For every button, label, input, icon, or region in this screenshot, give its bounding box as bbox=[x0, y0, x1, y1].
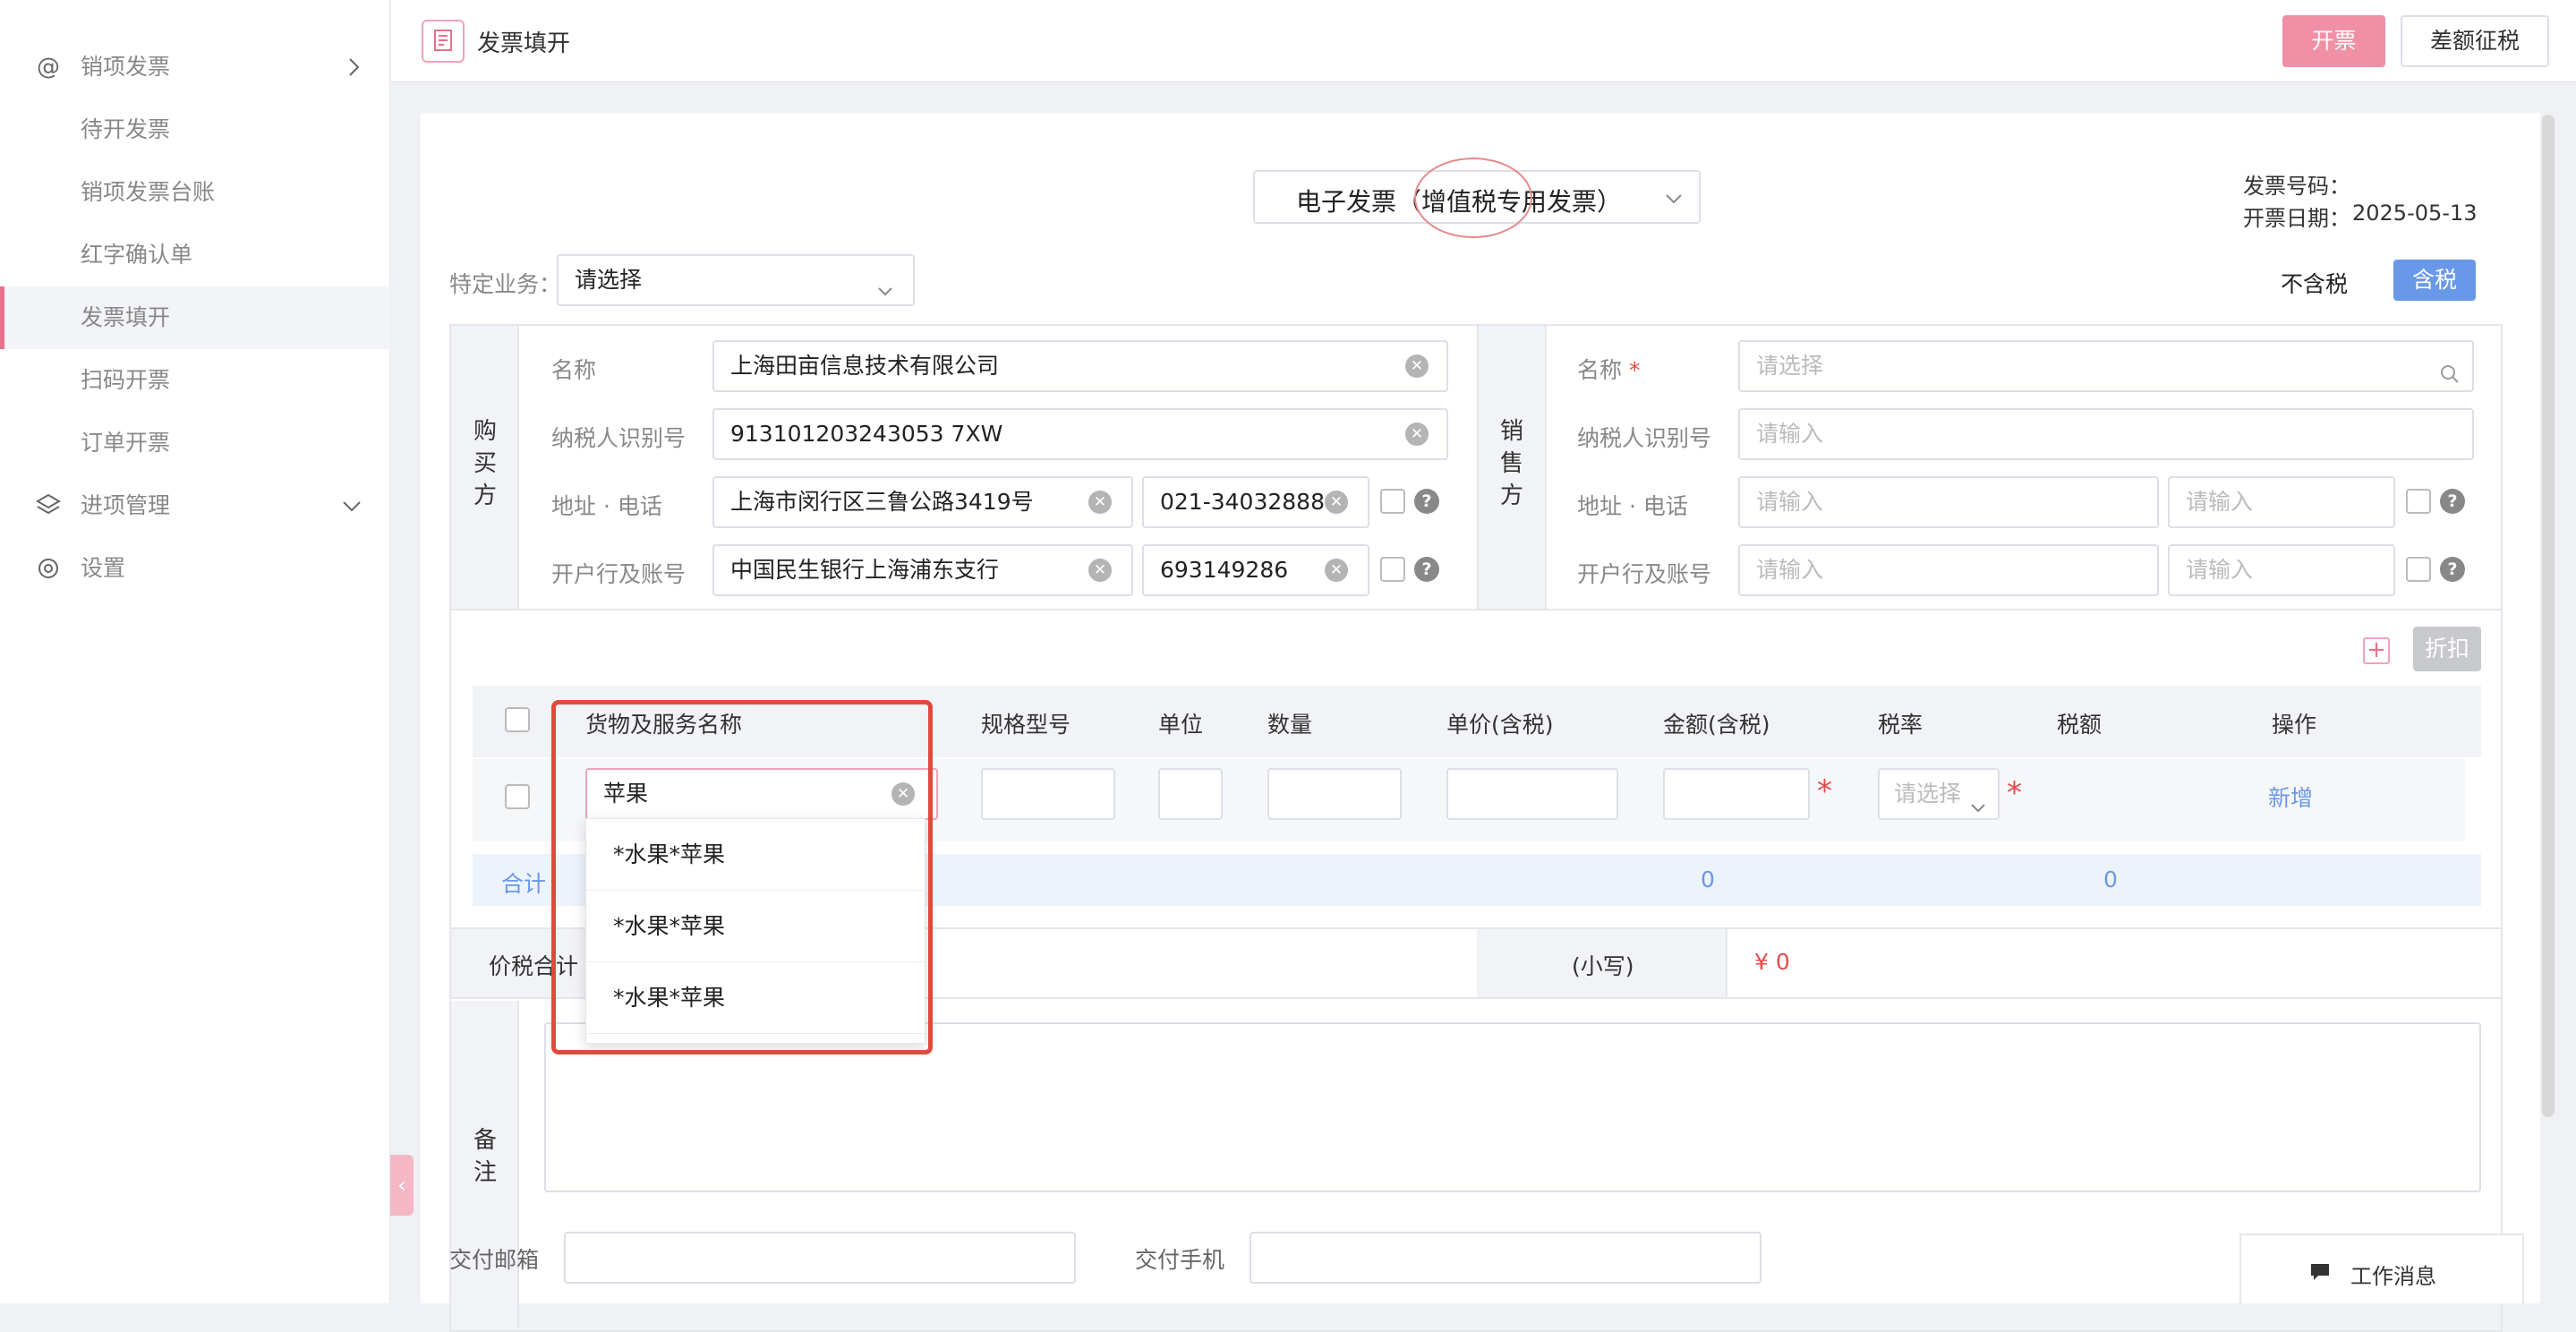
spec-input[interactable] bbox=[981, 768, 1115, 820]
sidebar-item-red-confirm[interactable]: 红字确认单 bbox=[0, 224, 390, 286]
row-checkbox[interactable] bbox=[505, 784, 530, 809]
seller-bank-checkbox[interactable] bbox=[2406, 557, 2431, 582]
sidebar-item-pending[interactable]: 待开发票 bbox=[0, 98, 390, 161]
seller-name-select[interactable]: 请选择 bbox=[1738, 340, 2474, 392]
col-qty: 数量 bbox=[1267, 712, 1313, 738]
delivery-phone-input[interactable] bbox=[1250, 1232, 1761, 1284]
special-business-select[interactable]: 请选择 bbox=[557, 254, 915, 306]
add-item-link[interactable]: 新增 bbox=[2268, 781, 2313, 813]
unit-input[interactable] bbox=[1158, 768, 1223, 820]
buyer-taxid-input[interactable]: 913101203243053 7XW bbox=[712, 408, 1448, 460]
sidebar-item-ledger[interactable]: 销项发票台账 bbox=[0, 161, 390, 224]
clear-icon[interactable]: ✕ bbox=[1088, 491, 1112, 514]
seller-name-label: 名称 * bbox=[1577, 357, 1641, 383]
at-icon: @ bbox=[37, 54, 60, 81]
tax-included-toggle[interactable]: 含税 bbox=[2393, 260, 2476, 301]
small-amount-label: (小写) bbox=[1572, 953, 1634, 979]
clear-icon[interactable]: ✕ bbox=[1325, 491, 1348, 514]
col-spec: 规格型号 bbox=[981, 712, 1071, 738]
buyer-address-input[interactable]: 上海市闵行区三鲁公路3419号 bbox=[712, 476, 1133, 528]
col-unit: 单位 bbox=[1158, 712, 1204, 738]
buyer-name-input[interactable]: 上海田亩信息技术有限公司 bbox=[712, 340, 1448, 392]
special-business-label: 特定业务： bbox=[449, 271, 562, 297]
invoice-number-label: 发票号码： bbox=[2243, 174, 2350, 199]
seller-addr-label: 地址 · 电话 bbox=[1577, 493, 1688, 519]
buyer-bank-label: 开户行及账号 bbox=[551, 561, 687, 587]
seller-bank-input[interactable]: 请输入 bbox=[1738, 544, 2159, 596]
total-tax: 0 bbox=[2103, 867, 2118, 892]
add-row-icon[interactable]: + bbox=[2363, 637, 2390, 664]
required-mark: * bbox=[1817, 773, 1832, 809]
seller-account-input[interactable]: 请输入 bbox=[2168, 544, 2395, 596]
seller-bank-label: 开户行及账号 bbox=[1577, 561, 1712, 587]
buyer-name-label: 名称 bbox=[551, 357, 597, 383]
col-action: 操作 bbox=[2272, 712, 2317, 738]
gear-icon bbox=[34, 537, 63, 624]
col-tax-rate: 税率 bbox=[1878, 712, 1923, 738]
seller-taxid-label: 纳税人识别号 bbox=[1577, 425, 1712, 451]
seller-address-input[interactable]: 请输入 bbox=[1738, 476, 2159, 528]
invoice-date-value: 2025-05-13 bbox=[2352, 201, 2478, 226]
discount-button[interactable]: 折扣 bbox=[2413, 627, 2481, 671]
sidebar-collapse-handle[interactable]: ‹ bbox=[390, 1155, 414, 1216]
buyer-bank-checkbox[interactable] bbox=[1380, 557, 1405, 582]
clear-icon[interactable]: ✕ bbox=[1325, 559, 1348, 582]
col-amount: 金额(含税) bbox=[1663, 712, 1770, 738]
seller-addr-checkbox[interactable] bbox=[2406, 489, 2431, 514]
sidebar-item-input-mgmt[interactable]: 进项管理 bbox=[0, 474, 390, 537]
highlight-box bbox=[551, 700, 933, 1054]
buyer-addr-label: 地址 · 电话 bbox=[551, 493, 662, 519]
diff-tax-button[interactable]: 差额征税 bbox=[2401, 15, 2549, 67]
seller-phone-input[interactable]: 请输入 bbox=[2168, 476, 2395, 528]
work-message-widget[interactable]: 工作消息 bbox=[2239, 1234, 2524, 1303]
highlight-ellipse bbox=[1414, 158, 1532, 238]
select-all-checkbox[interactable] bbox=[505, 707, 530, 732]
scrollbar[interactable] bbox=[2542, 115, 2555, 1117]
unit-price-input[interactable] bbox=[1446, 768, 1618, 820]
topbar: 发票填开 开票 差额征税 bbox=[391, 0, 2576, 82]
clear-icon[interactable]: ✕ bbox=[1088, 559, 1112, 582]
tax-excluded-toggle[interactable]: 不含税 bbox=[2281, 267, 2348, 299]
col-tax-amount: 税额 bbox=[2057, 712, 2103, 738]
total-amount: 0 bbox=[1701, 867, 1715, 892]
seller-section-header: 销 售 方 bbox=[1477, 326, 1547, 609]
seller-taxid-input[interactable]: 请输入 bbox=[1738, 408, 2474, 460]
col-unit-price: 单价(含税) bbox=[1446, 712, 1554, 738]
chevron-down-icon bbox=[875, 270, 895, 304]
remark-header: 备 注 bbox=[451, 1001, 519, 1328]
tax-rate-select[interactable]: 请选择 bbox=[1878, 768, 2000, 820]
invoice-date-label: 开票日期： bbox=[2243, 206, 2350, 231]
sidebar-item-order[interactable]: 订单开票 bbox=[0, 412, 390, 474]
help-icon[interactable]: ? bbox=[1414, 557, 1439, 582]
sidebar-item-sales-invoice[interactable]: @ 销项发票 bbox=[0, 36, 390, 98]
chevron-down-icon bbox=[1969, 786, 1987, 818]
small-amount-value: ¥ 0 bbox=[1754, 949, 1790, 975]
invoice-doc-icon bbox=[422, 20, 465, 63]
help-icon[interactable]: ? bbox=[1414, 489, 1439, 514]
issue-invoice-button[interactable]: 开票 bbox=[2282, 15, 2385, 67]
qty-input[interactable] bbox=[1267, 768, 1402, 820]
page-title: 发票填开 bbox=[477, 30, 571, 57]
buyer-taxid-label: 纳税人识别号 bbox=[551, 425, 687, 451]
delivery-email-input[interactable] bbox=[564, 1232, 1076, 1284]
required-mark: * bbox=[2007, 775, 2022, 811]
delivery-email-label: 交付邮箱 bbox=[449, 1247, 540, 1273]
clear-icon[interactable]: ✕ bbox=[1405, 423, 1429, 446]
amount-input[interactable] bbox=[1663, 768, 1810, 820]
buyer-bank-input[interactable]: 中国民生银行上海浦东支行 bbox=[712, 544, 1133, 596]
sidebar-item-invoice-fill[interactable]: 发票填开 bbox=[0, 286, 390, 349]
delivery-phone-label: 交付手机 bbox=[1135, 1247, 1225, 1273]
clear-icon[interactable]: ✕ bbox=[1405, 354, 1429, 378]
total-label: 合计 bbox=[501, 871, 547, 897]
buyer-section-header: 购 买 方 bbox=[451, 326, 519, 609]
help-icon[interactable]: ? bbox=[2440, 489, 2465, 514]
help-icon[interactable]: ? bbox=[2440, 557, 2465, 582]
sidebar: @ 销项发票 待开发票 销项发票台账 红字确认单 发票填开 扫码开票 订单开票 … bbox=[0, 0, 414, 1303]
sidebar-item-settings[interactable]: 设置 bbox=[0, 537, 390, 600]
search-icon bbox=[2438, 354, 2461, 390]
buyer-addr-checkbox[interactable] bbox=[1380, 489, 1405, 514]
sidebar-item-scan[interactable]: 扫码开票 bbox=[0, 349, 390, 412]
chat-icon bbox=[2307, 1259, 2333, 1287]
chevron-down-icon bbox=[1663, 188, 1685, 213]
